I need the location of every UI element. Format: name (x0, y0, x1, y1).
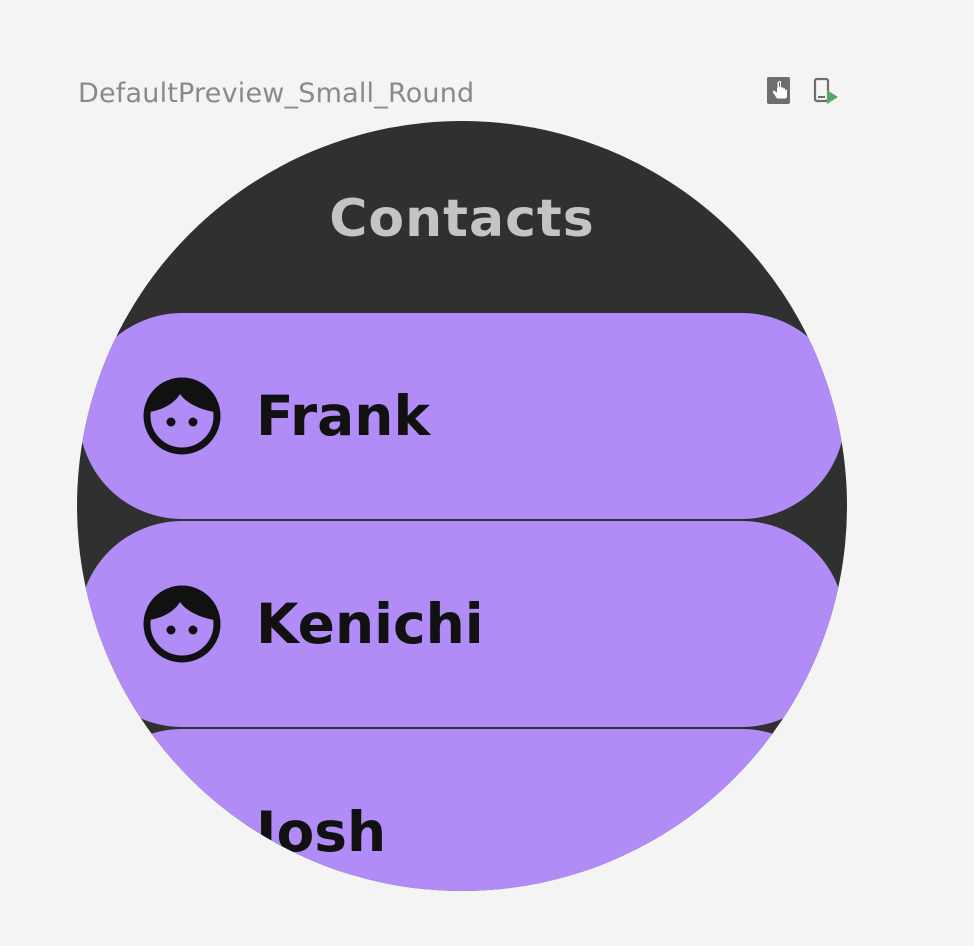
run-on-device-button[interactable] (812, 76, 844, 110)
face-icon (143, 585, 221, 663)
contact-name: Kenichi (256, 592, 484, 656)
screen-title: Contacts (329, 189, 595, 249)
contact-chip-frank[interactable]: Frank (79, 313, 845, 519)
run-on-device-icon (813, 77, 838, 104)
face-icon (143, 793, 221, 871)
contact-name: Frank (256, 384, 431, 448)
hand-pointer-icon (767, 77, 790, 104)
round-watch-preview: Contacts Frank Kenichi Josh (77, 121, 847, 891)
contact-name: Josh (256, 800, 387, 864)
face-icon (143, 377, 221, 455)
preview-title: DefaultPreview_Small_Round (78, 78, 475, 109)
contact-chip-kenichi[interactable]: Kenichi (79, 521, 845, 727)
contact-chip-josh[interactable]: Josh (79, 729, 845, 891)
interactive-mode-button[interactable] (766, 76, 798, 110)
